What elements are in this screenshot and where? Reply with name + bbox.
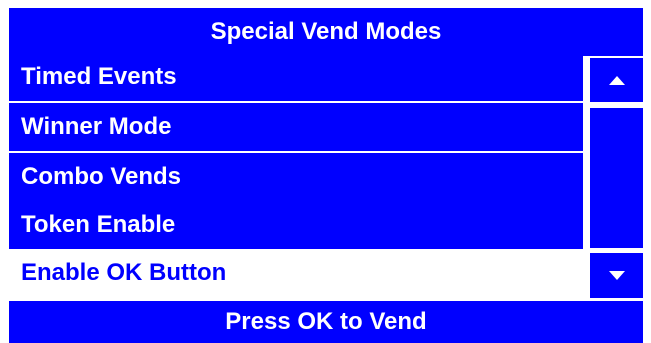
footer-prompt: Press OK to Vend: [9, 301, 643, 343]
scrollbar-track[interactable]: [590, 108, 643, 248]
scroll-up-button[interactable]: [590, 58, 643, 102]
menu-item-label: Winner Mode: [21, 113, 172, 140]
menu-item-winner-mode[interactable]: Winner Mode: [9, 103, 583, 151]
page-title-text: Special Vend Modes: [210, 18, 442, 45]
footer-prompt-text: Press OK to Vend: [225, 308, 427, 335]
menu-item-label: Combo Vends: [21, 163, 182, 190]
scroll-down-button[interactable]: [590, 253, 643, 298]
triangle-down-icon: [608, 271, 625, 280]
menu-item-combo-vends[interactable]: Combo Vends: [9, 153, 583, 201]
page-title: Special Vend Modes: [9, 8, 643, 56]
menu-item-enable-ok-button[interactable]: Enable OK Button: [9, 249, 583, 297]
triangle-up-icon: [608, 75, 625, 85]
menu-item-label: Token Enable: [21, 211, 176, 238]
menu-item-token-enable[interactable]: Token Enable: [9, 201, 583, 249]
menu-item-timed-events[interactable]: Timed Events: [9, 53, 583, 101]
menu-item-label: Enable OK Button: [21, 259, 227, 286]
menu-item-label: Timed Events: [21, 63, 177, 90]
